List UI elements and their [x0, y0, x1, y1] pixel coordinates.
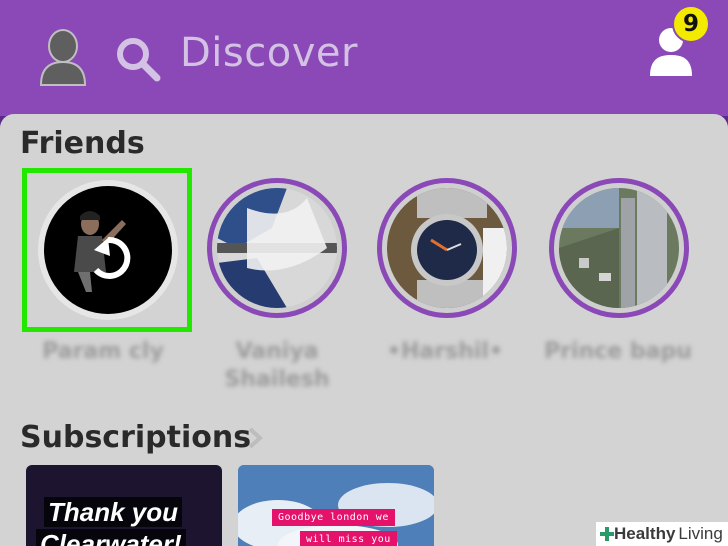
story-thumbnail — [387, 188, 507, 308]
story-thumbnail — [217, 188, 337, 308]
story-thumbnail — [559, 188, 679, 308]
profile-button[interactable] — [38, 28, 88, 86]
card-caption: Thank you — [44, 497, 183, 527]
page-title: Discover — [180, 30, 358, 76]
friend-name: •Harshil• — [386, 339, 504, 364]
selection-highlight — [22, 168, 192, 332]
search-icon — [117, 38, 161, 82]
top-bar: Discover 9 — [0, 0, 728, 116]
friend-name: Vaniya Shailesh — [224, 339, 330, 392]
friend-story-2[interactable] — [207, 178, 347, 318]
notification-badge: 9 — [672, 5, 710, 43]
subscription-card-2[interactable]: Goodbye london we will miss you — [238, 465, 434, 546]
chevron-right-icon[interactable] — [246, 426, 264, 450]
subscription-card-1[interactable]: Thank you Clearwater! — [26, 465, 222, 546]
card-caption: Clearwater! — [36, 529, 186, 546]
watermark-text: Living — [678, 524, 723, 543]
plus-icon — [600, 527, 614, 541]
friend-story-4[interactable] — [549, 178, 689, 318]
search-button[interactable] — [115, 36, 163, 82]
friend-name: Param cly — [42, 339, 164, 364]
watermark: Healthy Living — [596, 522, 728, 546]
friend-story-3[interactable] — [377, 178, 517, 318]
subscriptions-section-title: Subscriptions — [20, 420, 252, 455]
watermark-text: Healthy — [614, 524, 676, 543]
card-caption: will miss you — [300, 531, 397, 546]
friend-name: Prince bapu — [544, 339, 692, 364]
user-silhouette-icon — [39, 29, 87, 86]
friends-section-title: Friends — [20, 126, 145, 161]
card-caption: Goodbye london we — [272, 509, 395, 526]
